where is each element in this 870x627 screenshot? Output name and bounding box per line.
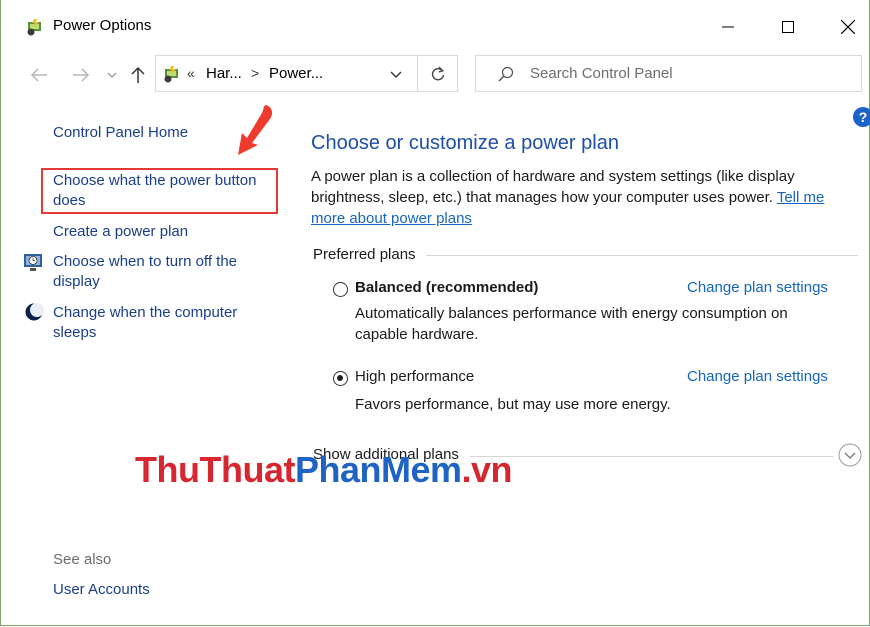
refresh-icon [431,66,444,80]
address-bar[interactable]: « Har... > Power... [155,55,418,92]
chevron-down-icon[interactable] [388,66,404,82]
see-also-heading: See also [53,551,112,568]
back-button[interactable] [28,63,50,87]
maximize-icon [782,21,794,33]
page-title: Choose or customize a power plan [311,132,619,154]
computer-sleeps-link[interactable]: Change when the computer sleeps [53,303,263,343]
breadcrumb-power-options[interactable]: Power... [269,65,323,82]
balanced-plan-description: Automatically balances performance with … [355,305,788,343]
close-button[interactable] [825,8,870,46]
breadcrumb-hardware[interactable]: Har... [206,65,242,82]
create-power-plan-link[interactable]: Create a power plan [53,222,188,242]
preferred-plans-heading: Preferred plans [313,246,416,263]
refresh-button[interactable] [418,55,458,92]
control-panel-home-link[interactable]: Control Panel Home [53,123,188,143]
watermark: ThuThuatPhanMem.vn [135,449,513,491]
divider [426,255,858,256]
search-input[interactable]: Search Control Panel [530,65,673,82]
minimize-button[interactable] [705,8,751,46]
up-button[interactable] [126,63,150,87]
search-box[interactable]: Search Control Panel [475,55,862,92]
maximize-button[interactable] [765,8,811,46]
watermark-part1: ThuThuat [135,449,295,490]
recent-locations-button[interactable] [104,63,120,87]
balanced-radio[interactable] [333,282,348,297]
balanced-plan-name[interactable]: Balanced (recommended) [355,279,538,296]
turn-off-display-link[interactable]: Choose when to turn off the display [53,252,263,292]
page-description: A power plan is a collection of hardware… [311,166,861,229]
high-performance-plan-description: Favors performance, but may use more ene… [355,396,671,413]
watermark-part3: .vn [461,449,513,490]
power-options-icon [27,19,41,36]
description-text: A power plan is a collection of hardware… [311,168,795,206]
help-button[interactable]: ? [853,107,870,127]
change-balanced-settings-link[interactable]: Change plan settings [687,279,828,296]
back-arrow-icon [30,68,47,82]
control-panel-icon [164,66,178,83]
hidden-crumbs-indicator[interactable]: « [187,65,195,81]
watermark-part2: PhanMem [294,449,462,490]
minimize-icon [722,26,734,28]
chevron-down-icon [107,72,117,78]
change-high-performance-settings-link[interactable]: Change plan settings [687,368,828,385]
breadcrumb-separator[interactable]: > [251,65,259,81]
high-performance-radio[interactable] [333,371,348,386]
forward-button[interactable] [70,63,92,87]
forward-arrow-icon [73,68,90,82]
display-clock-icon [24,254,42,271]
title-bar: Power Options [0,0,870,54]
close-icon [841,20,855,34]
moon-icon [25,303,44,321]
choose-power-button-link[interactable]: Choose what the power button does [53,171,278,211]
red-arrow-icon [238,105,273,155]
expand-chevron-icon[interactable] [838,443,862,467]
search-icon [498,66,514,82]
high-performance-plan-name[interactable]: High performance [355,368,474,385]
up-arrow-icon [131,66,145,83]
user-accounts-link[interactable]: User Accounts [53,581,150,598]
window-title: Power Options [53,17,152,34]
divider [470,456,834,457]
